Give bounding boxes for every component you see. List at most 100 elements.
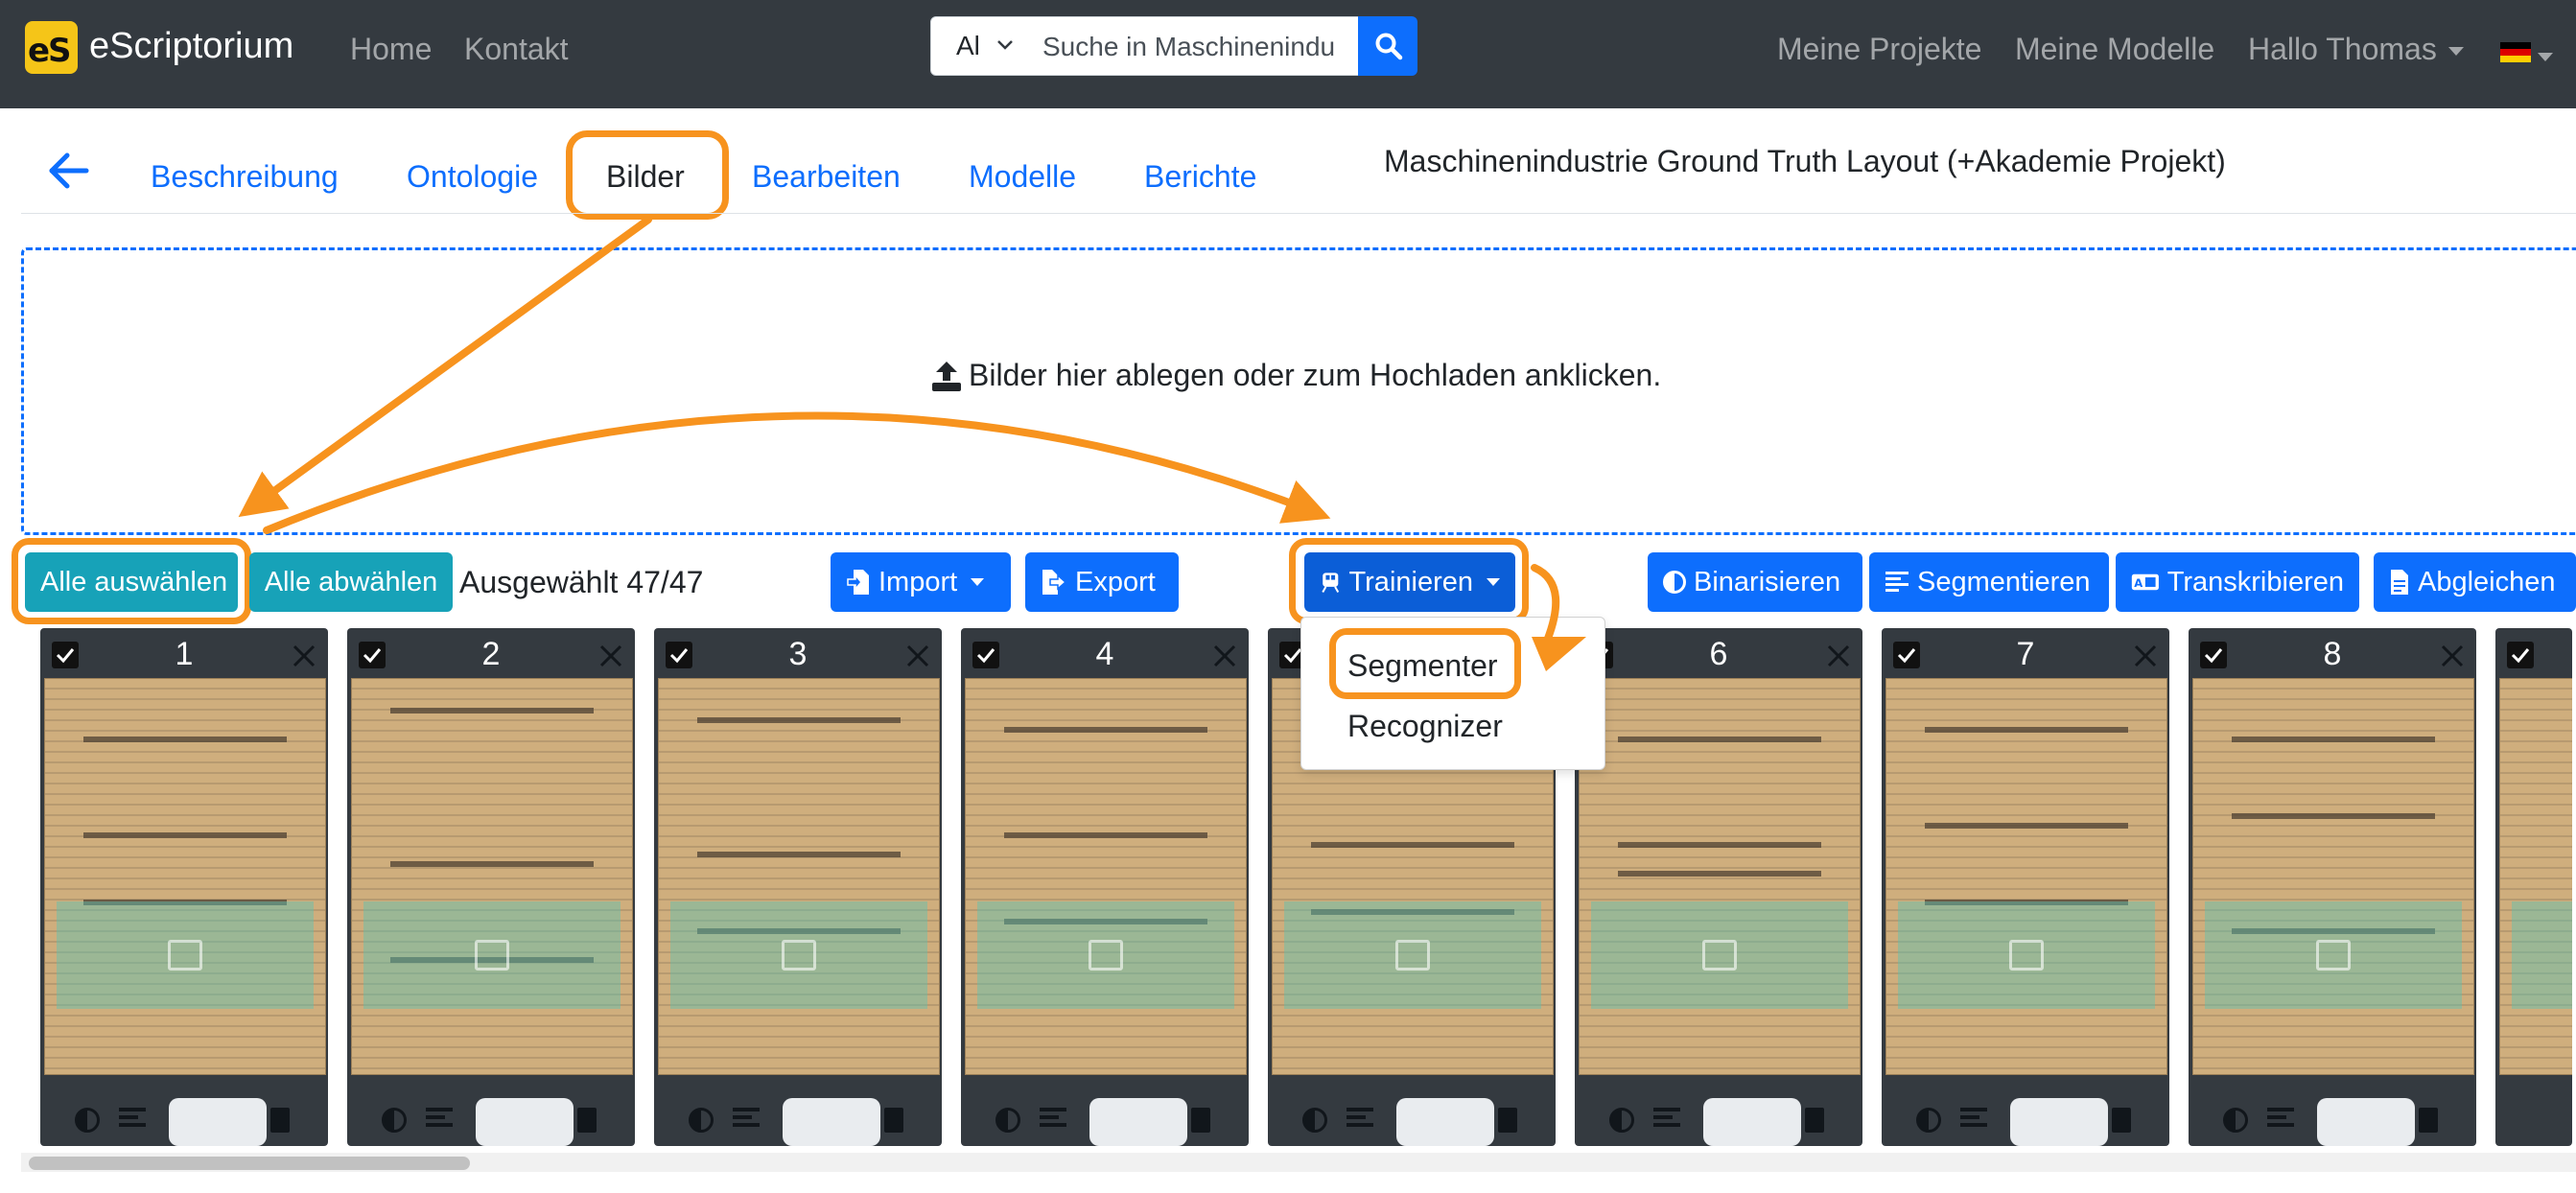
image-card[interactable]: 7	[1882, 628, 2169, 1146]
user-menu[interactable]: Hallo Thomas	[2248, 32, 2464, 67]
tab-beschreibung[interactable]: Beschreibung	[151, 159, 339, 195]
align-label: Abgleichen	[2418, 566, 2556, 597]
document-status-icon	[2112, 1108, 2131, 1133]
search-scope-select[interactable]: Al	[930, 16, 1028, 76]
contrast-icon	[1663, 571, 1686, 594]
card-checkbox[interactable]	[2507, 642, 2534, 668]
document-status-icon	[1805, 1108, 1824, 1133]
page-thumbnail[interactable]	[1885, 678, 2167, 1075]
menu-item-segmenter[interactable]: Segmenter	[1347, 648, 1498, 684]
edit-icon[interactable]	[2009, 940, 2044, 971]
page-thumbnail[interactable]	[1579, 678, 1861, 1075]
edit-icon[interactable]	[168, 940, 202, 971]
image-card[interactable]: 3	[654, 628, 942, 1146]
escriptorium-logo[interactable]: eS	[25, 21, 78, 74]
edit-icon[interactable]	[2316, 940, 2351, 971]
close-icon[interactable]	[2131, 642, 2160, 670]
edit-icon[interactable]	[1089, 940, 1123, 971]
file-export-icon	[1042, 570, 1067, 595]
caret-down-icon	[1487, 578, 1500, 586]
tab-bilder[interactable]: Bilder	[606, 159, 685, 195]
user-menu-label: Hallo Thomas	[2248, 32, 2437, 66]
search-input[interactable]: Suche in Maschinenindu	[1027, 16, 1359, 76]
segment-status-icon	[733, 1108, 760, 1133]
close-icon[interactable]	[1824, 642, 1853, 670]
close-icon[interactable]	[903, 642, 932, 670]
export-label: Export	[1075, 566, 1156, 597]
edit-icon[interactable]	[1702, 940, 1737, 971]
brand-name[interactable]: eScriptorium	[89, 26, 293, 67]
segment-button[interactable]: Segmentieren	[1869, 552, 2109, 612]
select-all-button[interactable]: Alle auswählen	[25, 552, 238, 612]
thumbnail-heading-line	[1618, 737, 1821, 742]
edit-icon[interactable]	[475, 940, 509, 971]
card-footer	[1268, 1096, 1556, 1146]
export-button[interactable]: Export	[1025, 552, 1179, 612]
binarize-status-icon	[1916, 1108, 1941, 1133]
transcription-status-pill	[1703, 1098, 1801, 1146]
card-footer	[961, 1096, 1249, 1146]
card-footer	[1882, 1096, 2169, 1146]
scrollbar-thumb[interactable]	[29, 1157, 470, 1170]
binarize-status-icon	[1609, 1108, 1634, 1133]
thumbnail-heading-line	[1311, 842, 1514, 848]
document-status-icon	[577, 1108, 597, 1133]
close-icon[interactable]	[597, 642, 625, 670]
flag-de-icon[interactable]	[2500, 42, 2531, 62]
menu-item-recognizer[interactable]: Recognizer	[1347, 709, 1503, 744]
binarize-button[interactable]: Binarisieren	[1648, 552, 1862, 612]
close-icon[interactable]	[290, 642, 318, 670]
svg-text:A: A	[2134, 576, 2143, 590]
image-card[interactable]: 1	[40, 628, 328, 1146]
edit-icon[interactable]	[782, 940, 816, 971]
tab-ontologie[interactable]: Ontologie	[407, 159, 538, 195]
page-thumbnail[interactable]	[351, 678, 633, 1075]
deselect-all-button[interactable]: Alle abwählen	[249, 552, 453, 612]
nav-link-kontakt[interactable]: Kontakt	[464, 32, 569, 67]
page-thumbnail[interactable]	[44, 678, 326, 1075]
back-arrow-icon[interactable]	[46, 152, 90, 190]
page-thumbnail[interactable]	[658, 678, 940, 1075]
search-button[interactable]	[1358, 16, 1417, 76]
tab-modelle[interactable]: Modelle	[969, 159, 1076, 195]
language-caret-icon[interactable]	[2538, 49, 2553, 66]
close-icon[interactable]	[1210, 642, 1239, 670]
card-number: 6	[1709, 636, 1728, 672]
segment-status-icon	[119, 1108, 146, 1133]
caret-down-icon	[971, 578, 985, 586]
image-card[interactable]: 6	[1575, 628, 1862, 1146]
thumbnail-heading-line	[1925, 727, 2128, 733]
nav-link-home[interactable]: Home	[350, 32, 432, 67]
file-text-icon	[2391, 570, 2408, 595]
page-thumbnail[interactable]	[965, 678, 1247, 1075]
segment-status-icon	[1653, 1108, 1680, 1133]
tab-berichte[interactable]: Berichte	[1144, 159, 1256, 195]
image-card-partial[interactable]	[2495, 628, 2572, 1146]
card-footer	[347, 1096, 635, 1146]
nav-link-meine-projekte[interactable]: Meine Projekte	[1777, 32, 1981, 67]
import-button[interactable]: Import	[831, 552, 1011, 612]
segment-status-icon	[1347, 1108, 1373, 1133]
page-thumbnail[interactable]	[2499, 678, 2572, 1075]
project-title: Maschinenindustrie Ground Truth Layout (…	[1384, 144, 2226, 178]
image-card[interactable]: 2	[347, 628, 635, 1146]
selected-count: Ausgewählt 47/47	[459, 565, 704, 599]
close-icon[interactable]	[2438, 642, 2467, 670]
page-thumbnail[interactable]	[2192, 678, 2474, 1075]
transcription-status-pill	[1396, 1098, 1494, 1146]
image-card[interactable]: 8	[2189, 628, 2476, 1146]
import-label: Import	[878, 566, 958, 597]
edit-icon[interactable]	[1395, 940, 1430, 971]
thumbnail-heading-line	[697, 717, 901, 723]
tab-bearbeiten[interactable]: Bearbeiten	[752, 159, 901, 195]
transcribe-button[interactable]: A Transkribieren	[2116, 552, 2359, 612]
chevron-down-icon	[997, 40, 1013, 50]
align-button[interactable]: Abgleichen	[2374, 552, 2576, 612]
transcription-status-pill	[1089, 1098, 1187, 1146]
document-status-icon	[1498, 1108, 1517, 1133]
segment-status-icon	[1040, 1108, 1066, 1133]
thumbnail-heading-line	[2232, 813, 2435, 819]
train-button[interactable]: Trainieren	[1304, 552, 1515, 612]
nav-link-meine-modelle[interactable]: Meine Modelle	[2015, 32, 2214, 67]
image-card[interactable]: 4	[961, 628, 1249, 1146]
